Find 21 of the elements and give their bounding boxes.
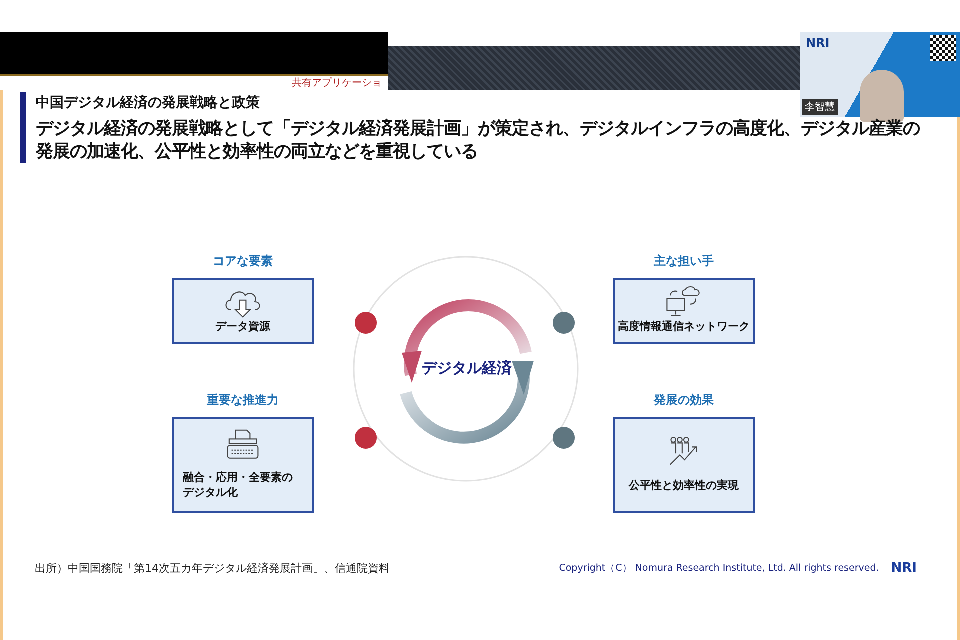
status-dot <box>553 312 575 334</box>
slide-subtitle: 中国デジタル経済の発展戦略と政策 <box>36 94 260 112</box>
element-heading: コアな要素 <box>213 253 273 270</box>
qr-code-icon <box>930 35 956 61</box>
slide-title: デジタル経済の発展戦略として「デジタル経済発展計画」が策定され、デジタルインフラの高度化、デジタル産業の発展の加速化、公平性と効率性の両立などを重視している <box>36 118 921 164</box>
status-dot <box>355 427 377 450</box>
center-label: デジタル経済 <box>422 359 512 378</box>
element-label: 融合・応用・全要素のデジタル化 <box>183 470 294 500</box>
element-label: 公平性と効率性の実現 <box>629 478 739 493</box>
element-label: 高度情報通信ネットワーク <box>618 319 750 334</box>
element-heading: 発展の効果 <box>654 392 714 410</box>
video-logo: NRI <box>806 36 830 50</box>
element-heading: 重要な推進力 <box>207 392 279 410</box>
status-dot <box>355 312 377 334</box>
source-note: 出所）中国国務院「第14次五カ年デジタル経済発展計画」、信通院資料 <box>35 561 390 576</box>
copyright-text: Copyright（C） Nomura Research Institute, Ltd. All rights reserved. <box>559 562 880 576</box>
status-dot <box>553 427 575 450</box>
company-logo: NRI <box>891 561 917 576</box>
name-tag: 李智慧 <box>802 99 838 115</box>
element-label: データ資源 <box>216 319 270 334</box>
element-heading: 主な担い手 <box>654 253 714 270</box>
